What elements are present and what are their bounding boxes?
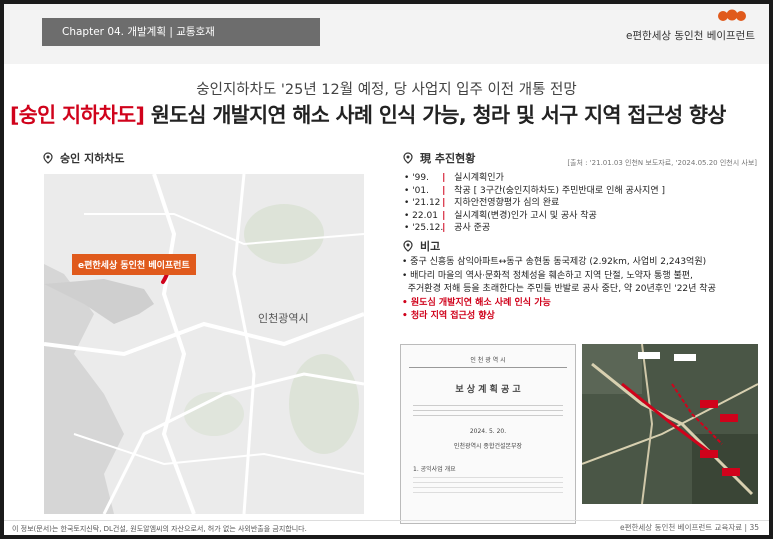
- chapter-label: Chapter 04. 개발계획 | 교통호재: [62, 26, 215, 38]
- timeline-row: • '25.12. | 공사 준공: [404, 223, 491, 233]
- doc-issuer: 인천광역시 종합건설본부장: [453, 443, 523, 450]
- list-item: • 중구 신흥동 삼익아파트↔동구 송현동 동국제강 (2.92km, 사업비 …: [402, 257, 707, 267]
- source-note: [출처 : '21.01.03 인천N 보도자료, '2024.05.20 인천…: [567, 159, 757, 167]
- doc-date: 2024. 5. 20.: [469, 428, 507, 435]
- slide-subtitle: 숭인지하차도 '25년 12월 예정, 당 사업지 입주 이전 개통 전망: [196, 82, 577, 98]
- area-map: e편한세상 동인천 베이프런트 인천광역시: [44, 174, 364, 514]
- list-item: 주거환경 저해 등을 초래한다는 주민들 반발로 공사 중단, 약 20년후인 …: [407, 284, 716, 294]
- notes-section-label: 비고: [420, 240, 441, 253]
- footer-divider: [4, 520, 769, 521]
- timeline-row: • '01. | 착공 [ 3구간(숭인지하차도) 주민반대로 인해 공사지연 ]: [404, 185, 665, 196]
- chapter-tab: Chapter 04. 개발계획 | 교통호재: [42, 18, 320, 46]
- headline-text: 원도심 개발지연 해소 사례 인식 가능, 청라 및 서구 지역 접근성 향상: [144, 103, 726, 127]
- progress-section-title: 現 추진현황: [402, 150, 475, 166]
- highlight-item: • 청라 지역 접근성 향상: [402, 311, 495, 321]
- map-graphic: [44, 174, 364, 514]
- timeline-text: 실시계획(변경)인가 고시 및 공사 착공: [454, 210, 597, 221]
- pin-icon: [403, 240, 413, 252]
- timeline-text: 공사 준공: [454, 223, 491, 233]
- announcement-document: 인 천 광 역 시 보 상 계 획 공 고 2024. 5. 20. 인천광역시…: [400, 344, 576, 524]
- timeline-text: 지하안전영향평가 심의 완료: [454, 198, 560, 208]
- timeline-year: '21.12: [412, 198, 441, 208]
- timeline-year: 22.01: [412, 210, 438, 221]
- timeline-text: 실시계획인가: [454, 173, 504, 183]
- progress-timeline: • '99. | 실시계획인가 • '01. | 착공 [ 3구간(숭인지하차도) 주민…: [404, 172, 744, 235]
- slide: Chapter 04. 개발계획 | 교통호재 e편한세상 동인천 베이프런트 …: [4, 4, 769, 535]
- notes-list: • 중구 신흥동 삼익아파트↔동구 송현동 동국제강 (2.92km, 사업비 …: [402, 256, 762, 324]
- list-item: • 배다리 마을의 역사·문화적 정체성을 훼손하고 지역 단절, 노약자 통행…: [402, 270, 693, 281]
- highlight-item: • 원도심 개발지연 해소 사례 인식 가능: [402, 297, 551, 308]
- doc-org: 인 천 광 역 시: [470, 357, 506, 364]
- notes-section-title: 비고: [402, 238, 440, 254]
- footer-disclaimer: 이 정보(문서)는 한국토지신탁, DL건설, 원도알엠씨의 자산으로서, 허가…: [12, 525, 307, 533]
- timeline-row: • '21.12 | 지하안전영향평가 심의 완료: [404, 198, 560, 208]
- brand-logo-icon: [718, 9, 746, 21]
- timeline-year: '25.12.: [412, 223, 444, 233]
- slide-headline: [숭인 지하차도] 원도심 개발지연 해소 사례 인식 가능, 청라 및 서구 …: [10, 98, 769, 128]
- pin-icon: [43, 152, 53, 164]
- progress-section-label: 現 추진현황: [420, 152, 476, 165]
- aerial-map-graphic: [582, 344, 758, 504]
- doc-section: 1. 공익사업 개요: [413, 466, 456, 473]
- timeline-row: • '99. | 실시계획인가: [404, 173, 504, 183]
- timeline-year: '01.: [412, 185, 429, 196]
- map-section-title: 숭인 지하차도: [42, 150, 125, 166]
- footer-page-info: e편한세상 동인천 베이프런트 교육자료 | 35: [619, 523, 759, 532]
- aerial-route-map: [582, 344, 758, 504]
- brand-name: e편한세상 동인천 베이프런트: [625, 30, 755, 42]
- map-city-label: 인천광역시: [258, 312, 309, 325]
- map-site-badge: e편한세상 동인천 베이프런트: [72, 254, 196, 275]
- map-section-label: 숭인 지하차도: [60, 152, 125, 165]
- headline-bracket: [숭인 지하차도]: [10, 103, 145, 127]
- doc-title: 보 상 계 획 공 고: [455, 385, 521, 395]
- pin-icon: [403, 152, 413, 164]
- timeline-text: 착공 [ 3구간(숭인지하차도) 주민반대로 인해 공사지연 ]: [454, 185, 665, 196]
- header-bar: Chapter 04. 개발계획 | 교통호재 e편한세상 동인천 베이프런트: [4, 4, 769, 64]
- timeline-row: • 22.01 | 실시계획(변경)인가 고시 및 공사 착공: [404, 210, 597, 221]
- timeline-year: '99.: [412, 173, 429, 183]
